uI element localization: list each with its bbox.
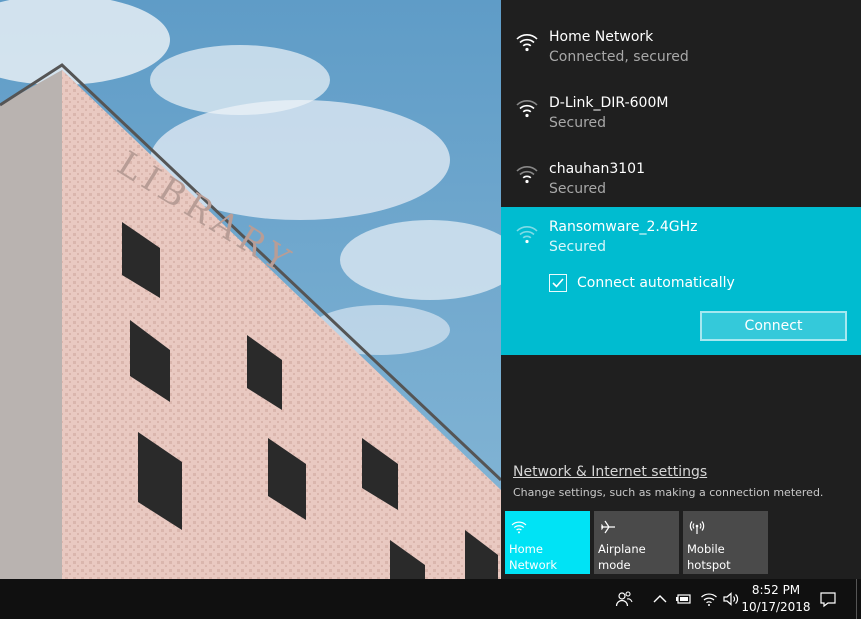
- clock-time: 8:52 PM: [751, 583, 801, 597]
- network-name: chauhan3101: [549, 161, 645, 177]
- connect-button[interactable]: Connect: [700, 311, 847, 341]
- quick-action-network-tile[interactable]: Home Network: [505, 511, 590, 574]
- battery-icon[interactable]: [675, 590, 693, 608]
- network-name: Home Network: [549, 29, 654, 45]
- show-desktop-button[interactable]: [856, 579, 861, 619]
- quick-action-airplane-tile[interactable]: Airplane mode: [594, 511, 679, 574]
- desktop-screen: LIBRARY Home Network Connected, secured …: [0, 0, 861, 619]
- network-settings-description: Change settings, such as making a connec…: [513, 486, 824, 499]
- wifi-icon: [516, 100, 538, 118]
- network-name: D-Link_DIR-600M: [549, 95, 669, 111]
- tile-label: Airplane mode: [598, 542, 646, 572]
- network-status: Secured: [549, 115, 607, 131]
- people-icon[interactable]: [615, 590, 633, 608]
- wifi-icon: [516, 34, 538, 52]
- clock-date: 10/17/2018: [741, 600, 811, 614]
- network-status: Secured: [549, 239, 607, 255]
- connect-automatically-label: Connect automatically: [577, 275, 735, 291]
- chevron-up-icon[interactable]: [651, 590, 669, 608]
- hotspot-icon: [689, 521, 705, 534]
- network-settings-link[interactable]: Network & Internet settings: [513, 464, 707, 480]
- wifi-icon: [516, 226, 538, 244]
- quick-action-mobile-hotspot-tile[interactable]: Mobile hotspot: [683, 511, 768, 574]
- network-item-chauhan3101[interactable]: chauhan3101 Secured: [501, 140, 861, 206]
- network-item-d-link[interactable]: D-Link_DIR-600M Secured: [501, 74, 861, 140]
- taskbar: 8:52 PM 10/17/2018: [0, 579, 861, 619]
- action-center-icon[interactable]: [819, 590, 837, 608]
- network-name: Ransomware_2.4GHz: [549, 219, 698, 235]
- network-flyout: Home Network Connected, secured D-Link_D…: [501, 0, 861, 579]
- wifi-icon[interactable]: [700, 590, 718, 608]
- airplane-icon: [600, 520, 615, 534]
- network-item-ransomware-selected[interactable]: Ransomware_2.4GHz Secured Connect automa…: [501, 207, 861, 355]
- network-item-home-network[interactable]: Home Network Connected, secured: [501, 8, 861, 74]
- wifi-icon: [516, 166, 538, 184]
- network-status: Secured: [549, 181, 607, 197]
- network-status: Connected, secured: [549, 49, 689, 65]
- checkmark-icon: [552, 278, 564, 288]
- connect-automatically-row[interactable]: Connect automatically: [549, 273, 735, 293]
- volume-icon[interactable]: [722, 590, 740, 608]
- tile-label: Mobile hotspot: [687, 542, 731, 572]
- wifi-icon: [511, 521, 527, 534]
- tile-label: Home Network: [509, 542, 558, 572]
- connect-automatically-checkbox[interactable]: [549, 274, 567, 292]
- taskbar-clock[interactable]: 8:52 PM 10/17/2018: [740, 582, 812, 616]
